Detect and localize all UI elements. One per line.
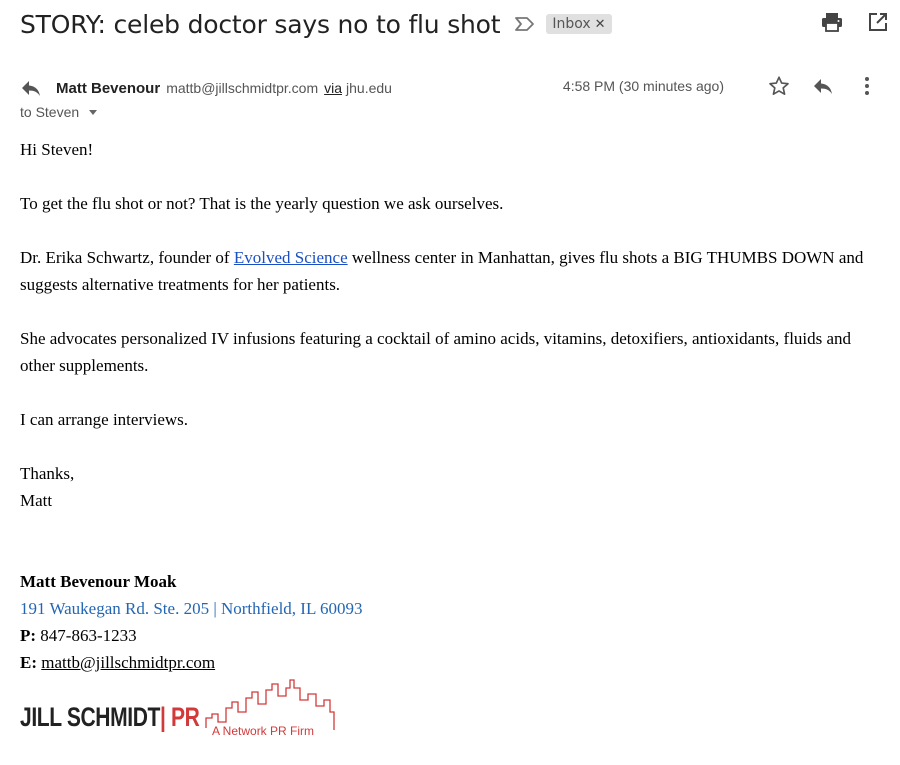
sender-email: mattb@jillschmidtpr.com — [166, 80, 319, 96]
company-logo: JILL SCHMIDT| PR A Network PR Firm — [20, 678, 340, 748]
subject-row: STORY: celeb doctor says no to flu shot … — [20, 6, 612, 42]
paragraph-1: To get the flu shot or not? That is the … — [20, 194, 504, 213]
signature-address: 191 Waukegan Rd. Ste. 205 | Northfield, … — [20, 599, 363, 618]
via-link[interactable]: via — [324, 80, 342, 96]
email-subject: STORY: celeb doctor says no to flu shot — [20, 9, 501, 39]
signature: Matt Bevenour Moak 191 Waukegan Rd. Ste.… — [20, 568, 362, 676]
greeting: Hi Steven! — [20, 140, 94, 159]
phone-label: P: — [20, 626, 37, 645]
via-domain: jhu.edu — [346, 80, 392, 96]
logo-main: JILL SCHMIDT — [20, 702, 161, 732]
top-actions — [820, 10, 890, 34]
message-body: Hi Steven! To get the flu shot or not? T… — [20, 136, 890, 514]
remove-label-icon[interactable]: ✕ — [595, 17, 606, 32]
email-label: E: — [20, 653, 37, 672]
evolved-science-link[interactable]: Evolved Science — [234, 248, 348, 267]
signature-name: Matt Bevenour Moak — [20, 572, 177, 591]
logo-tagline: A Network PR Firm — [212, 724, 315, 738]
reply-icon — [22, 81, 40, 96]
message-actions: 4:58 PM (30 minutes ago) — [563, 73, 880, 99]
importance-marker-icon[interactable] — [514, 16, 536, 32]
recipient-text: to Steven — [20, 104, 80, 120]
print-icon[interactable] — [820, 10, 844, 34]
signature-phone: P: 847-863-1233 — [20, 622, 362, 649]
paragraph-2: Dr. Erika Schwartz, founder of Evolved S… — [20, 244, 890, 298]
inbox-label-chip[interactable]: Inbox ✕ — [546, 14, 612, 34]
logo-pr: PR — [165, 702, 200, 732]
phone-number: 847-863-1233 — [36, 626, 137, 645]
paragraph-3: She advocates personalized IV infusions … — [20, 329, 852, 375]
reply-icon[interactable] — [810, 73, 836, 99]
timestamp: 4:58 PM (30 minutes ago) — [562, 78, 724, 94]
label-chip-text: Inbox — [552, 16, 591, 32]
sender-row: Matt Bevenour mattb@jillschmidtpr.com vi… — [20, 76, 890, 100]
recipient-details-toggle[interactable]: to Steven — [20, 104, 98, 120]
open-in-new-window-icon[interactable] — [866, 10, 890, 34]
signature-email-link[interactable]: mattb@jillschmidtpr.com — [41, 653, 215, 672]
more-vertical-icon[interactable] — [854, 73, 880, 99]
star-icon[interactable] — [766, 73, 792, 99]
signature-email: E: mattb@jillschmidtpr.com — [20, 649, 362, 676]
closing-name: Matt — [20, 491, 53, 510]
paragraph-4: I can arrange interviews. — [20, 410, 189, 429]
sender-name[interactable]: Matt Bevenour — [56, 80, 160, 97]
logo-wordmark: JILL SCHMIDT| PR — [20, 702, 200, 733]
paragraph-2-start: Dr. Erika Schwartz, founder of — [20, 248, 234, 267]
chevron-down-icon — [89, 109, 98, 115]
closing: Thanks, — [20, 464, 75, 483]
